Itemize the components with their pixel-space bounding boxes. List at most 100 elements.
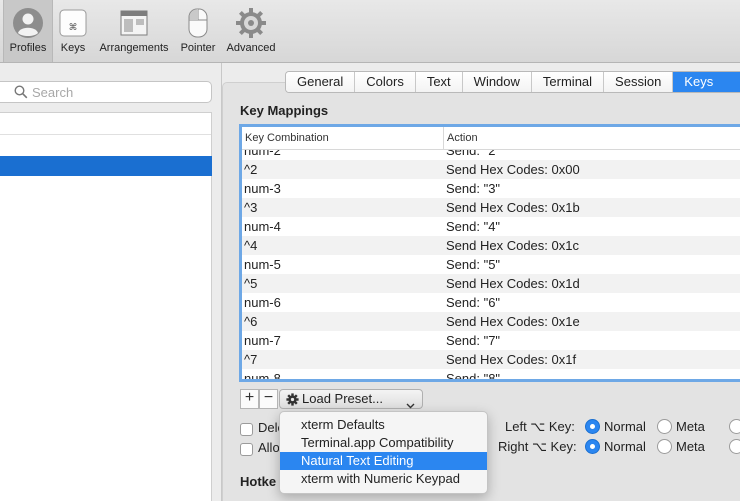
- profile-tab-bar: General Colors Text Window Terminal Sess…: [285, 71, 740, 93]
- allow-option-checkbox[interactable]: [240, 443, 253, 456]
- preset-menu-item-terminal-app-compatibility[interactable]: Terminal.app Compatibility: [280, 434, 487, 452]
- key-combination-cell: ^7: [244, 352, 258, 367]
- toolbar-label: Pointer: [180, 42, 216, 54]
- key-combination-cell: num-4: [244, 219, 281, 234]
- action-cell: Send: "4": [446, 219, 501, 234]
- tab-text[interactable]: Text: [415, 72, 463, 92]
- tab-keys[interactable]: Keys: [673, 72, 740, 92]
- allow-option-label: Allo: [258, 440, 280, 455]
- keys-icon: ⌘: [57, 7, 89, 39]
- key-mappings-table[interactable]: num-2 Send: "2" ^2 Send Hex Codes: 0x00 num-…: [239, 124, 740, 382]
- toolbar-label: Profiles: [9, 42, 47, 54]
- left-option-normal-radio[interactable]: [585, 419, 600, 434]
- toolbar-label: Advanced: [226, 42, 276, 54]
- right-option-key-label: Right ⌥ Key:: [498, 439, 577, 454]
- add-mapping-button[interactable]: +: [240, 389, 259, 409]
- tab-session[interactable]: Session: [604, 72, 674, 92]
- column-header-action[interactable]: Action: [443, 127, 740, 149]
- profile-search-field[interactable]: [0, 81, 212, 103]
- table-row[interactable]: num-3 Send: "3": [242, 179, 740, 198]
- table-row[interactable]: ^3 Send Hex Codes: 0x1b: [242, 198, 740, 217]
- load-preset-label: Load Preset...: [302, 391, 383, 406]
- profiles-sidebar: [0, 63, 222, 501]
- load-preset-menu: xterm Defaults Terminal.app Compatibilit…: [279, 411, 488, 494]
- preset-menu-item-xterm-defaults[interactable]: xterm Defaults: [280, 416, 487, 434]
- table-row[interactable]: num-6 Send: "6": [242, 293, 740, 312]
- toolbar-advanced-button[interactable]: Advanced: [223, 0, 279, 62]
- tab-terminal[interactable]: Terminal: [531, 72, 605, 92]
- gear-icon: [235, 7, 267, 39]
- right-option-esc-radio[interactable]: [729, 439, 740, 454]
- preset-menu-item-xterm-numeric-keypad[interactable]: xterm with Numeric Keypad: [280, 470, 487, 488]
- load-preset-button[interactable]: Load Preset...: [279, 389, 423, 409]
- action-cell: Send: "3": [446, 181, 501, 196]
- key-combination-cell: ^3: [244, 200, 258, 215]
- right-option-normal-label: Normal: [604, 439, 646, 454]
- key-mappings-title: Key Mappings: [240, 103, 329, 118]
- preset-menu-item-natural-text-editing[interactable]: Natural Text Editing: [280, 452, 487, 470]
- toolbar-keys-button[interactable]: ⌘ Keys: [56, 0, 90, 62]
- column-header-key-combination[interactable]: Key Combination: [242, 127, 443, 149]
- key-combination-cell: ^2: [244, 162, 258, 177]
- table-row[interactable]: num-8 Send: "8": [242, 369, 740, 382]
- action-cell: Send Hex Codes: 0x1f: [446, 352, 577, 367]
- profiles-icon: [12, 7, 44, 39]
- table-row[interactable]: num-7 Send: "7": [242, 331, 740, 350]
- svg-text:⌘: ⌘: [69, 23, 78, 33]
- toolbar-pointer-button[interactable]: Pointer: [178, 0, 218, 62]
- toolbar-arrangements-button[interactable]: Arrangements: [96, 0, 172, 62]
- search-input[interactable]: [32, 84, 202, 100]
- key-combination-cell: ^5: [244, 276, 258, 291]
- action-cell: Send Hex Codes: 0x1b: [446, 200, 580, 215]
- table-row[interactable]: ^6 Send Hex Codes: 0x1e: [242, 312, 740, 331]
- action-cell: Send Hex Codes: 0x1d: [446, 276, 580, 291]
- right-option-meta-radio[interactable]: [657, 439, 672, 454]
- key-combination-cell: ^6: [244, 314, 258, 329]
- table-row[interactable]: num-4 Send: "4": [242, 217, 740, 236]
- tab-colors[interactable]: Colors: [355, 72, 416, 92]
- table-row[interactable]: ^4 Send Hex Codes: 0x1c: [242, 236, 740, 255]
- profile-list[interactable]: [0, 112, 212, 501]
- hotkey-section-title: Hotke: [240, 474, 277, 489]
- key-mappings-table-header: Key Combination Action: [242, 127, 740, 150]
- search-icon: [14, 85, 28, 102]
- delete-option-checkbox[interactable]: [240, 423, 253, 436]
- table-row[interactable]: num-5 Send: "5": [242, 255, 740, 274]
- gear-icon: [286, 393, 299, 411]
- pointer-icon: [182, 7, 214, 39]
- right-option-normal-radio[interactable]: [585, 439, 600, 454]
- key-combination-cell: ^4: [244, 238, 258, 253]
- key-combination-cell: num-5: [244, 257, 281, 272]
- action-cell: Send: "8": [446, 371, 501, 382]
- tab-window[interactable]: Window: [462, 72, 532, 92]
- key-combination-cell: num-8: [244, 371, 281, 382]
- key-mappings-rows: num-2 Send: "2" ^2 Send Hex Codes: 0x00 num-…: [242, 141, 740, 382]
- right-option-meta-label: Meta: [676, 439, 705, 454]
- remove-mapping-button[interactable]: −: [259, 389, 278, 409]
- action-cell: Send Hex Codes: 0x00: [446, 162, 580, 177]
- action-cell: Send Hex Codes: 0x1c: [446, 238, 579, 253]
- key-combination-cell: num-6: [244, 295, 281, 310]
- toolbar-profiles-button[interactable]: Profiles: [3, 0, 53, 62]
- table-row[interactable]: ^2 Send Hex Codes: 0x00: [242, 160, 740, 179]
- toolbar-label: Arrangements: [99, 42, 169, 54]
- toolbar-label: Keys: [60, 42, 86, 54]
- left-option-meta-radio[interactable]: [657, 419, 672, 434]
- tab-general[interactable]: General: [286, 72, 356, 92]
- table-row[interactable]: ^5 Send Hex Codes: 0x1d: [242, 274, 740, 293]
- profile-list-header: [0, 113, 211, 135]
- left-option-meta-label: Meta: [676, 419, 705, 434]
- selected-profile-row[interactable]: [0, 156, 212, 176]
- action-cell: Send: "7": [446, 333, 501, 348]
- preferences-toolbar: Profiles ⌘ Keys Arrangements Pointer Adv…: [0, 0, 740, 63]
- left-option-normal-label: Normal: [604, 419, 646, 434]
- action-cell: Send: "5": [446, 257, 501, 272]
- left-option-esc-radio[interactable]: [729, 419, 740, 434]
- left-option-key-label: Left ⌥ Key:: [505, 419, 575, 434]
- arrangements-icon: [118, 7, 150, 39]
- key-combination-cell: num-3: [244, 181, 281, 196]
- action-cell: Send Hex Codes: 0x1e: [446, 314, 580, 329]
- action-cell: Send: "6": [446, 295, 501, 310]
- table-row[interactable]: ^7 Send Hex Codes: 0x1f: [242, 350, 740, 369]
- key-combination-cell: num-7: [244, 333, 281, 348]
